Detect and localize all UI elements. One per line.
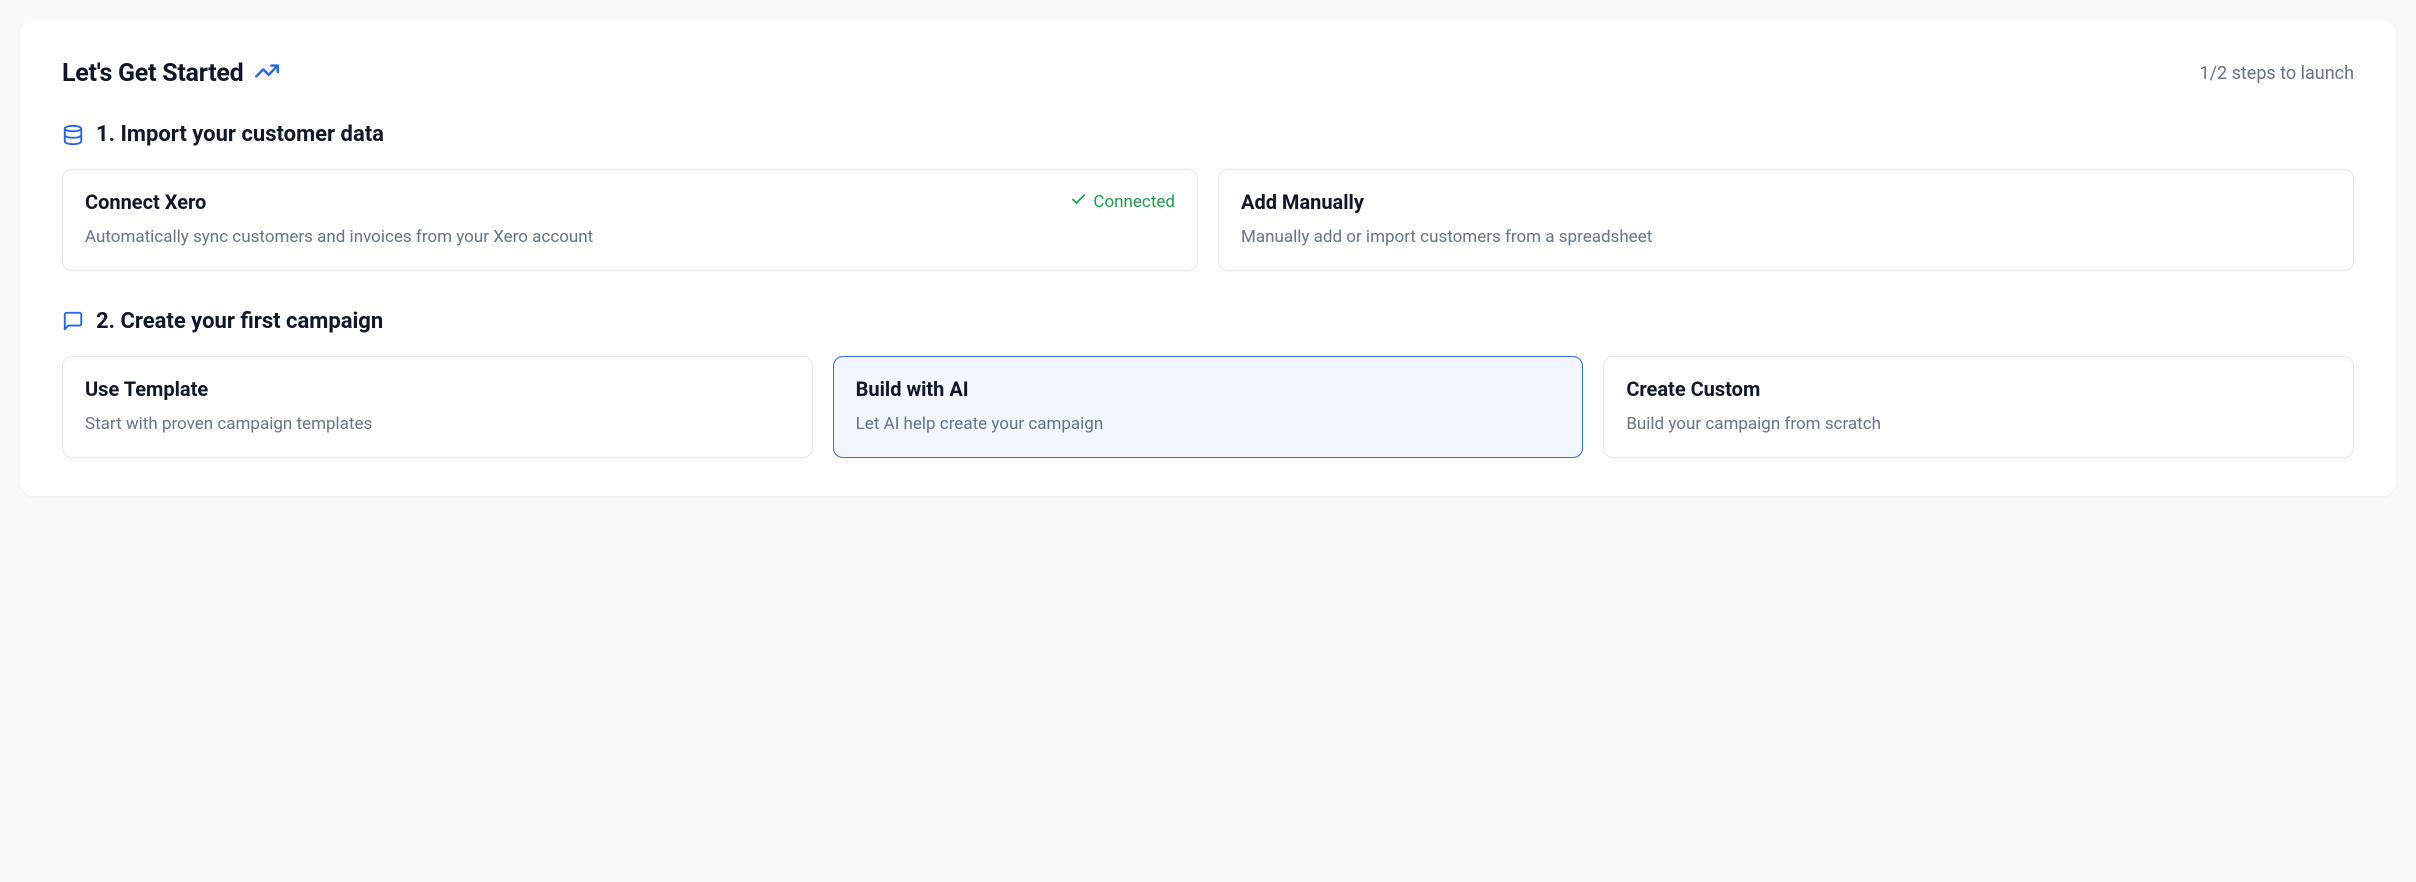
section-campaign: 2. Create your first campaign Use Templa… (62, 309, 2354, 458)
card-add-manually[interactable]: Add Manually Manually add or import cust… (1218, 169, 2354, 271)
card-create-custom[interactable]: Create Custom Build your campaign from s… (1603, 356, 2354, 458)
check-icon (1070, 191, 1087, 213)
get-started-panel: Let's Get Started 1/2 steps to launch 1.… (20, 20, 2396, 496)
connected-text: Connected (1093, 192, 1175, 212)
card-use-template-title: Use Template (85, 377, 208, 401)
section-campaign-title: 2. Create your first campaign (96, 309, 383, 334)
card-create-custom-title: Create Custom (1626, 377, 1760, 401)
card-connect-xero[interactable]: Connect Xero Connected Automatically syn… (62, 169, 1198, 271)
section-import-header: 1. Import your customer data (62, 122, 2354, 147)
card-build-with-ai-desc: Let AI help create your campaign (856, 413, 1561, 437)
section-import-title: 1. Import your customer data (96, 122, 384, 147)
connected-badge: Connected (1070, 191, 1175, 213)
campaign-cards: Use Template Start with proven campaign … (62, 356, 2354, 458)
panel-title-wrap: Let's Get Started (62, 58, 280, 88)
message-square-icon (62, 310, 84, 332)
trending-up-icon (254, 58, 280, 88)
card-connect-xero-title: Connect Xero (85, 190, 206, 214)
card-build-with-ai[interactable]: Build with AI Let AI help create your ca… (833, 356, 1584, 458)
card-connect-xero-desc: Automatically sync customers and invoice… (85, 226, 1175, 250)
panel-title: Let's Get Started (62, 59, 244, 88)
card-add-manually-desc: Manually add or import customers from a … (1241, 226, 2331, 250)
card-use-template-desc: Start with proven campaign templates (85, 413, 790, 437)
import-cards: Connect Xero Connected Automatically syn… (62, 169, 2354, 271)
card-build-with-ai-title: Build with AI (856, 377, 969, 401)
card-create-custom-desc: Build your campaign from scratch (1626, 413, 2331, 437)
steps-counter: 1/2 steps to launch (2199, 63, 2354, 84)
card-use-template[interactable]: Use Template Start with proven campaign … (62, 356, 813, 458)
panel-header: Let's Get Started 1/2 steps to launch (62, 58, 2354, 88)
section-import: 1. Import your customer data Connect Xer… (62, 122, 2354, 271)
card-add-manually-title: Add Manually (1241, 190, 1364, 214)
section-campaign-header: 2. Create your first campaign (62, 309, 2354, 334)
database-icon (62, 124, 84, 146)
